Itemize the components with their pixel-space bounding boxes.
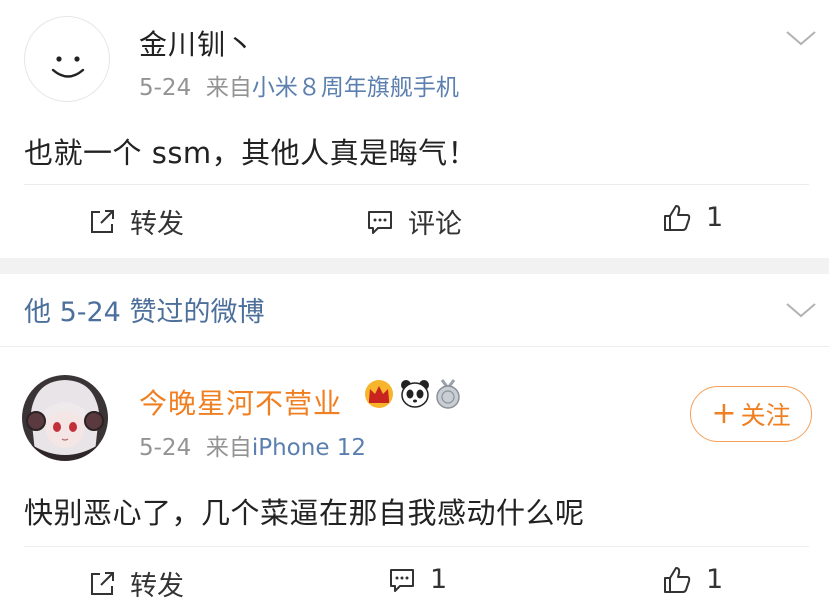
post-content: 快别恶心了，几个菜逼在那自我感动什么呢	[24, 496, 585, 530]
repost-icon	[91, 209, 114, 233]
comment-icon	[390, 568, 414, 592]
repost-button[interactable]: 转发	[88, 564, 184, 603]
username[interactable]: 今晚星河不营业	[139, 382, 342, 422]
smiley-face-icon	[51, 56, 85, 78]
user-badges	[362, 378, 465, 414]
repost-button[interactable]: 转发	[88, 202, 184, 241]
like-button[interactable]: 1	[662, 202, 723, 233]
divider	[24, 184, 809, 185]
like-count: 1	[706, 564, 724, 595]
post-content: 也就一个 ssm，其他人真是晦气！	[24, 136, 478, 170]
repost-icon	[91, 571, 114, 595]
post-date: 5-24	[139, 75, 192, 101]
avatar[interactable]	[24, 16, 110, 102]
medal-badge-icon[interactable]	[434, 378, 462, 414]
comment-button[interactable]: 1	[388, 564, 447, 595]
plus-icon: +	[711, 396, 737, 431]
anime-avatar-icon	[22, 375, 108, 461]
comment-button[interactable]: 评论	[366, 202, 462, 241]
section-gap	[0, 258, 829, 274]
post-source[interactable]: iPhone 12	[252, 435, 366, 461]
thumbs-up-icon	[664, 566, 691, 593]
repost-label: 转发	[130, 209, 184, 240]
avatar[interactable]	[22, 375, 108, 461]
like-button[interactable]: 1	[662, 564, 723, 595]
chevron-down-icon[interactable]	[784, 28, 818, 48]
section-title[interactable]: 他 5-24 赞过的微博	[24, 290, 264, 329]
thumbs-up-icon	[664, 204, 691, 231]
like-count: 1	[706, 202, 724, 233]
chevron-down-icon[interactable]	[784, 300, 818, 320]
post-date: 5-24	[139, 435, 192, 461]
post-meta: 5-24 来自小米８周年旗舰手机	[139, 68, 459, 102]
from-label: 来自	[205, 435, 252, 461]
comment-count: 1	[430, 564, 448, 595]
panda-badge-icon[interactable]	[399, 379, 431, 413]
post-source[interactable]: 小米８周年旗舰手机	[252, 75, 459, 101]
repost-label: 转发	[130, 571, 184, 602]
post-meta: 5-24 来自iPhone 12	[139, 428, 366, 462]
comment-label: 评论	[408, 209, 462, 240]
follow-button[interactable]: + 关注	[690, 386, 812, 442]
follow-label: 关注	[740, 401, 791, 430]
comment-icon	[368, 210, 392, 234]
from-label: 来自	[205, 75, 252, 101]
crown-badge-icon[interactable]	[362, 379, 396, 413]
username[interactable]: 金川钏丶	[139, 23, 255, 63]
divider	[24, 546, 809, 547]
